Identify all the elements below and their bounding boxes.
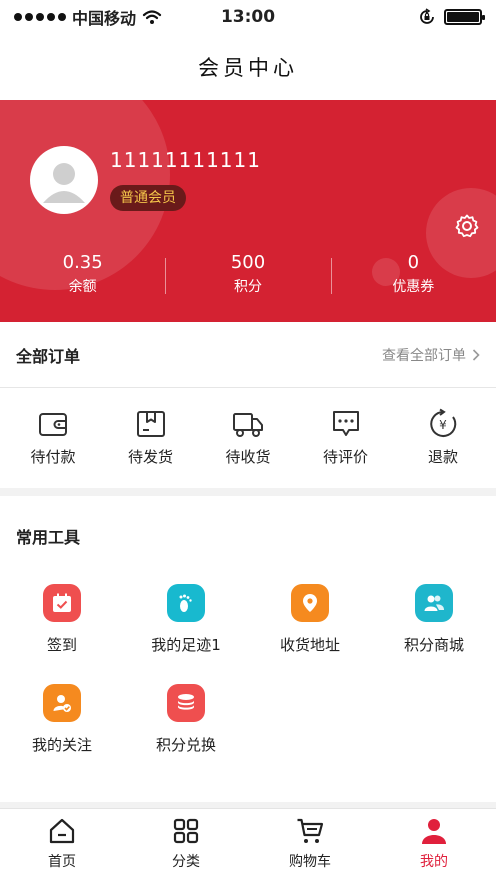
battery-icon (444, 9, 485, 25)
order-label: 待付款 (30, 448, 76, 466)
username: 11111111111 (110, 148, 261, 172)
orders-title: 全部订单 (16, 346, 81, 366)
tool-points-exchange[interactable]: 积分兑换 (124, 684, 248, 755)
tools-section: 常用工具 签到 我的足迹1 收货地址 积分商城 我的关注 积分兑换 (0, 496, 496, 802)
order-label: 待评价 (322, 448, 368, 466)
tab-label: 我的 (420, 854, 448, 870)
stat-points[interactable]: 500 积分 (165, 250, 330, 306)
chevron-right-icon (472, 348, 480, 361)
coins-stack-icon (178, 694, 194, 710)
package-icon (136, 411, 165, 437)
stat-balance[interactable]: 0.35 余额 (0, 250, 165, 306)
users-icon (424, 595, 444, 611)
footprint-icon (179, 594, 192, 612)
order-pending-receipt[interactable]: 待收货 (213, 408, 283, 467)
stat-coupons[interactable]: 0 优惠券 (330, 250, 496, 306)
comment-icon (332, 411, 359, 436)
view-all-orders-label: 查看全部订单 (382, 347, 466, 364)
tool-shipping-address[interactable]: 收货地址 (248, 584, 372, 655)
order-label: 退款 (427, 448, 458, 466)
order-status-row: 待付款 待发货 待收货 待评价 ¥ 退款 (0, 388, 496, 467)
tool-checkin[interactable]: 签到 (0, 584, 124, 655)
order-refund[interactable]: ¥ 退款 (408, 408, 478, 467)
tool-label: 积分兑换 (155, 736, 216, 754)
signal-strength-icon (14, 13, 66, 21)
wifi-icon (142, 10, 162, 24)
tool-icon-bg (167, 684, 205, 722)
refund-icon: ¥ (430, 408, 457, 437)
tool-label: 积分商城 (403, 636, 464, 654)
order-pending-payment[interactable]: 待付款 (18, 408, 88, 467)
tool-icon-bg (167, 584, 205, 622)
page-title: 会员中心 (198, 56, 298, 80)
orders-section: 全部订单 查看全部订单 待付款 待发货 待收货 待评价 ¥ 退款 (0, 322, 496, 488)
tool-icon-bg (415, 584, 453, 622)
tool-footprint[interactable]: 我的足迹1 (124, 584, 248, 655)
tool-label: 签到 (46, 636, 77, 654)
wallet-icon (39, 413, 67, 436)
tool-icon-bg (43, 684, 81, 722)
calendar-check-icon (53, 593, 71, 612)
stat-value: 0.35 (62, 252, 103, 273)
tab-cart[interactable]: 购物车 (248, 809, 372, 882)
order-pending-review[interactable]: 待评价 (311, 408, 381, 467)
status-bar: 中国移动 13:00 (0, 0, 496, 34)
home-icon (49, 818, 75, 844)
tab-category[interactable]: 分类 (124, 809, 248, 882)
avatar[interactable] (30, 146, 98, 214)
truck-icon (233, 413, 263, 437)
stat-label: 积分 (233, 279, 262, 295)
tab-label: 首页 (48, 854, 76, 870)
stat-label: 余额 (68, 279, 97, 295)
svg-text:¥: ¥ (439, 418, 447, 432)
nav-bar: 会员中心 (0, 34, 496, 100)
carrier-name: 中国移动 (72, 9, 137, 28)
location-pin-icon (303, 594, 317, 612)
stat-value: 500 (230, 252, 266, 273)
grid-icon (173, 818, 199, 844)
tab-home[interactable]: 首页 (0, 809, 124, 882)
order-label: 待收货 (225, 448, 271, 466)
profile-header: 11111111111 普通会员 0.35 余额 500 积分 0 优惠券 (0, 100, 496, 322)
user-follow-icon (53, 695, 71, 712)
rotation-lock-icon (420, 8, 434, 24)
stat-label: 优惠券 (392, 279, 435, 295)
tool-points-mall[interactable]: 积分商城 (372, 584, 496, 655)
bottom-tab-bar: 首页 分类 购物车 我的 (0, 808, 496, 882)
tool-label: 我的足迹1 (151, 636, 221, 654)
order-label: 待发货 (127, 448, 173, 466)
order-pending-shipment[interactable]: 待发货 (116, 408, 186, 467)
settings-gear-icon[interactable] (454, 213, 480, 239)
profile-icon (422, 819, 446, 844)
view-all-orders-link[interactable]: 查看全部订单 (382, 345, 480, 365)
orders-header: 全部订单 查看全部订单 (0, 322, 496, 388)
tool-icon-bg (43, 584, 81, 622)
tab-label: 分类 (172, 854, 200, 870)
stat-value: 0 (407, 252, 420, 273)
tools-title: 常用工具 (16, 528, 81, 547)
account-stats: 0.35 余额 500 积分 0 优惠券 (0, 250, 496, 306)
status-right (418, 8, 485, 26)
tab-profile[interactable]: 我的 (372, 809, 496, 882)
member-level-badge: 普通会员 (110, 185, 186, 211)
tool-label: 收货地址 (279, 636, 340, 654)
tool-my-follows[interactable]: 我的关注 (0, 684, 124, 755)
default-avatar-icon (33, 149, 95, 211)
tab-label: 购物车 (289, 854, 331, 870)
tool-icon-bg (291, 584, 329, 622)
tool-label: 我的关注 (31, 736, 92, 754)
cart-icon (297, 818, 324, 843)
status-left: 中国移动 (14, 5, 162, 29)
